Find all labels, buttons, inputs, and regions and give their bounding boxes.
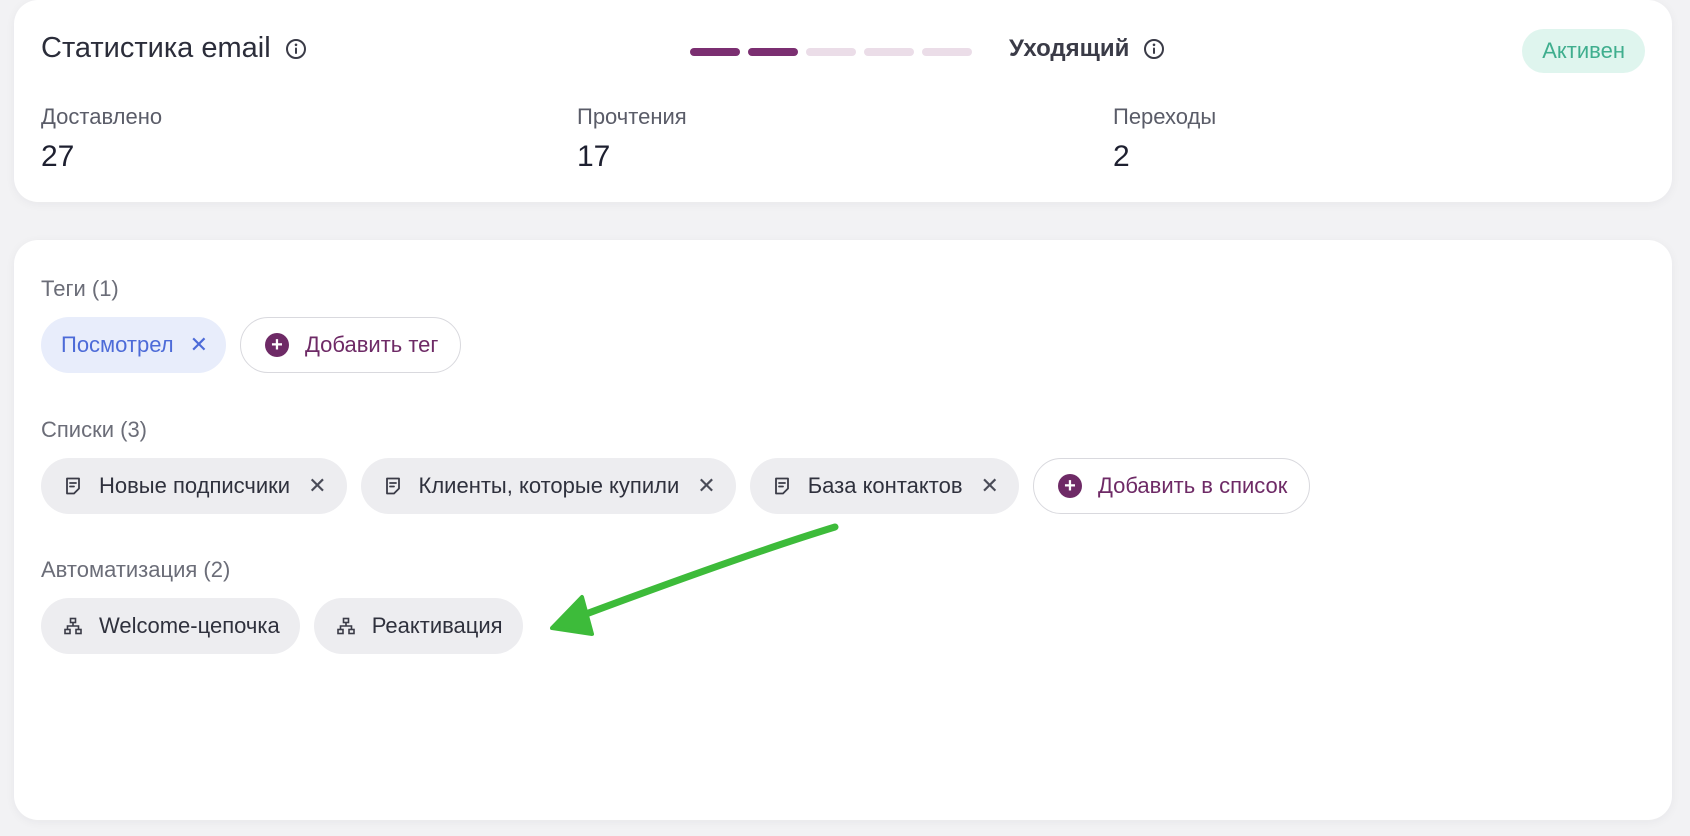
progress-segment — [922, 48, 972, 56]
close-icon[interactable]: ✕ — [308, 475, 326, 497]
contact-details-card: Теги (1) Посмотрел ✕ + Добавить тег Спис… — [14, 240, 1672, 820]
flow-tree-icon — [336, 616, 356, 636]
add-to-list-label: Добавить в список — [1097, 473, 1288, 498]
metric-value: 27 — [41, 140, 75, 173]
metric-clicks: Переходы 2 — [1113, 104, 1216, 174]
document-icon — [772, 476, 792, 496]
flow-tree-icon — [63, 616, 83, 636]
info-icon[interactable] — [285, 38, 307, 60]
progress-segment — [690, 48, 740, 56]
automation-chip-label: Реактивация — [371, 613, 503, 638]
progress-segment — [748, 48, 798, 56]
direction-label: Уходящий — [1009, 35, 1130, 62]
info-icon[interactable] — [1143, 38, 1165, 60]
lists-row: Новые подписчики ✕ Клиенты, которые купи… — [41, 458, 1324, 514]
list-chip[interactable]: Новые подписчики ✕ — [41, 458, 347, 514]
stats-title-row: Статистика email — [41, 32, 307, 65]
metric-value: 17 — [577, 140, 611, 173]
tags-section-label: Теги (1) — [41, 276, 119, 301]
document-icon — [63, 476, 83, 496]
add-to-list-button[interactable]: + Добавить в список — [1032, 458, 1311, 514]
list-chip-label: Новые подписчики — [99, 473, 291, 498]
metric-value: 2 — [1113, 140, 1130, 173]
automation-chip[interactable]: Реактивация — [313, 598, 523, 654]
direction-row: Уходящий — [1009, 35, 1165, 63]
list-chip-label: База контактов — [807, 473, 963, 498]
metric-label: Прочтения — [577, 104, 687, 129]
automation-row: Welcome-цепочка Реактивация — [41, 598, 537, 654]
metric-label: Переходы — [1113, 104, 1217, 129]
status-badge: Активен — [1522, 29, 1645, 73]
plus-circle-icon: + — [265, 333, 290, 357]
automation-chip[interactable]: Welcome-цепочка — [41, 598, 300, 654]
close-icon[interactable]: ✕ — [190, 334, 208, 356]
stats-title: Статистика email — [41, 32, 271, 64]
list-chip[interactable]: Клиенты, которые купили ✕ — [360, 458, 736, 514]
plus-circle-icon: + — [1057, 474, 1082, 498]
metric-reads: Прочтения 17 — [577, 104, 687, 174]
list-chip[interactable]: База контактов ✕ — [749, 458, 1019, 514]
lists-section-label: Списки (3) — [41, 417, 148, 442]
close-icon[interactable]: ✕ — [697, 475, 715, 497]
tag-chip-label: Посмотрел — [61, 332, 174, 357]
metric-label: Доставлено — [41, 104, 163, 129]
list-chip-label: Клиенты, которые купили — [418, 473, 680, 498]
document-icon — [383, 476, 403, 496]
add-tag-button[interactable]: + Добавить тег — [240, 317, 462, 373]
email-stats-card: Статистика email Уходящий Активен Достав… — [14, 0, 1672, 202]
progress-indicator — [690, 48, 980, 56]
progress-segment — [864, 48, 914, 56]
tag-chip[interactable]: Посмотрел ✕ — [41, 317, 227, 373]
close-icon[interactable]: ✕ — [981, 475, 999, 497]
metric-delivered: Доставлено 27 — [41, 104, 162, 174]
automation-chip-label: Welcome-цепочка — [99, 613, 280, 638]
tags-row: Посмотрел ✕ + Добавить тег — [41, 317, 475, 373]
automation-section-label: Автоматизация (2) — [41, 557, 231, 582]
add-tag-label: Добавить тег — [305, 332, 439, 357]
progress-segment — [806, 48, 856, 56]
